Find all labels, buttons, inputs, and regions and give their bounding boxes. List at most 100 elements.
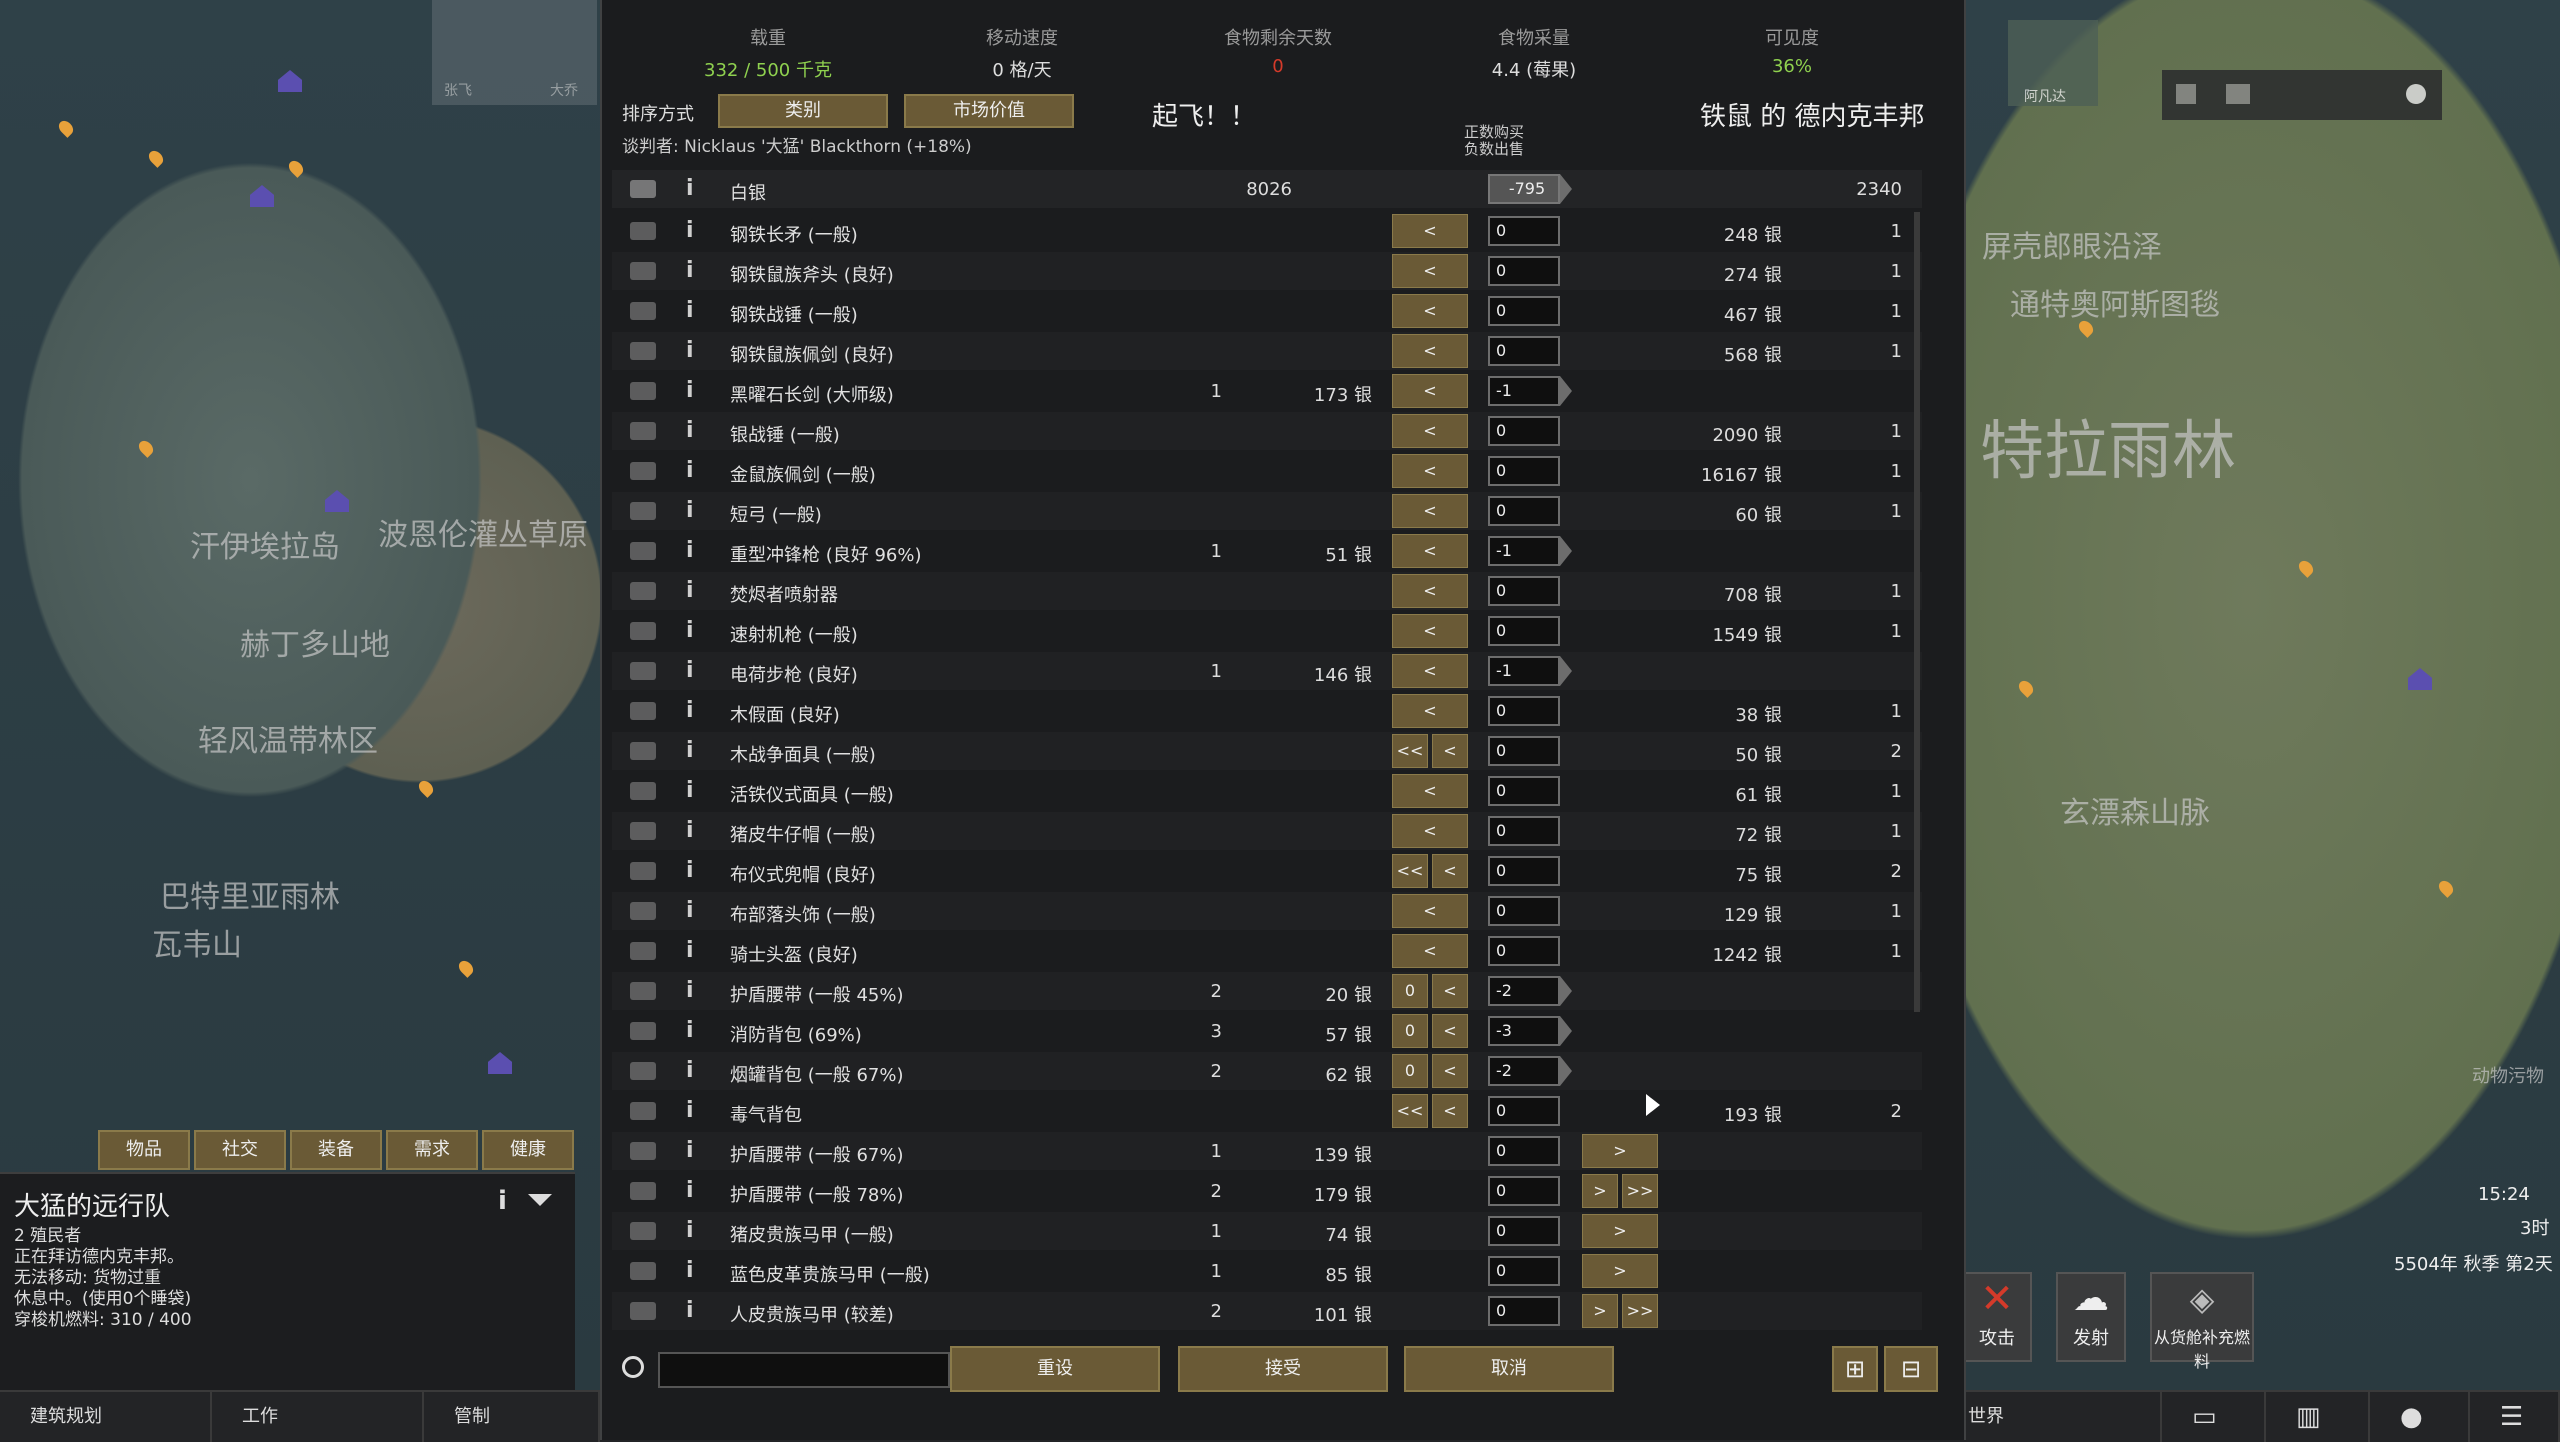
- quantity-field[interactable]: -3: [1488, 1016, 1560, 1046]
- quantity-field[interactable]: -1: [1488, 376, 1560, 406]
- sell-one-button[interactable]: <: [1432, 734, 1468, 768]
- quantity-field[interactable]: -2: [1488, 1056, 1560, 1086]
- tab-needs[interactable]: 需求: [386, 1130, 478, 1170]
- info-icon[interactable]: i: [686, 498, 694, 523]
- quantity-field[interactable]: 0: [1488, 776, 1560, 806]
- info-icon[interactable]: i: [686, 458, 694, 483]
- tab-architect[interactable]: 建筑规划: [0, 1392, 212, 1442]
- sell-all-button[interactable]: <<: [1392, 1094, 1428, 1128]
- colonist-portrait[interactable]: 阿凡达: [2008, 20, 2098, 106]
- quantity-field[interactable]: -2: [1488, 976, 1560, 1006]
- tab-items[interactable]: 物品: [98, 1130, 190, 1170]
- quantity-field[interactable]: 0: [1488, 1136, 1560, 1166]
- quantity-field[interactable]: 0: [1488, 416, 1560, 446]
- quantity-field[interactable]: -1: [1488, 656, 1560, 686]
- refuel-button[interactable]: ◈ 从货舱补充燃料: [2150, 1272, 2254, 1371]
- sell-one-button[interactable]: <: [1392, 454, 1468, 488]
- info-icon[interactable]: i: [686, 818, 694, 843]
- info-icon[interactable]: i: [686, 1098, 694, 1123]
- sell-one-button[interactable]: <: [1392, 534, 1468, 568]
- info-icon[interactable]: i: [686, 418, 694, 443]
- quantity-field[interactable]: 0: [1488, 736, 1560, 766]
- info-icon[interactable]: i: [686, 258, 694, 283]
- info-icon[interactable]: i: [686, 1058, 694, 1083]
- sell-one-button[interactable]: <: [1392, 414, 1468, 448]
- settlement-icon[interactable]: [250, 185, 274, 207]
- sell-all-button[interactable]: 0: [1392, 1014, 1428, 1048]
- info-icon[interactable]: i: [686, 578, 694, 603]
- collapse-icon[interactable]: [528, 1194, 552, 1206]
- quantity-field[interactable]: 0: [1488, 336, 1560, 366]
- sell-one-button[interactable]: <: [1392, 614, 1468, 648]
- search-input[interactable]: [658, 1352, 950, 1388]
- quantity-field[interactable]: 0: [1488, 496, 1560, 526]
- info-icon[interactable]: i: [686, 978, 694, 1003]
- cancel-button[interactable]: 取消: [1404, 1346, 1614, 1392]
- info-icon[interactable]: i: [686, 1218, 694, 1243]
- quantity-field[interactable]: 0: [1488, 616, 1560, 646]
- brush-icon[interactable]: [2176, 84, 2196, 104]
- reset-button[interactable]: 重设: [950, 1346, 1160, 1392]
- buy-all-button[interactable]: >>: [1622, 1174, 1658, 1208]
- info-icon[interactable]: i: [686, 538, 694, 563]
- sort-by-category-button[interactable]: 类别: [718, 94, 888, 128]
- sell-one-button[interactable]: <: [1432, 974, 1468, 1008]
- gift-icon[interactable]: ⊞: [1832, 1346, 1878, 1392]
- site-marker-icon[interactable]: [56, 118, 76, 138]
- quantity-field[interactable]: 0: [1488, 936, 1560, 966]
- sell-one-button[interactable]: <: [1392, 494, 1468, 528]
- tab-work[interactable]: 工作: [212, 1392, 424, 1442]
- quantity-field[interactable]: 0: [1488, 456, 1560, 486]
- tab-gear[interactable]: 装备: [290, 1130, 382, 1170]
- sell-one-button[interactable]: <: [1392, 654, 1468, 688]
- settlement-icon[interactable]: [325, 490, 349, 512]
- info-icon[interactable]: i: [686, 858, 694, 883]
- info-icon[interactable]: i: [686, 1138, 694, 1163]
- info-icon[interactable]: i: [686, 938, 694, 963]
- buy-one-button[interactable]: >: [1582, 1214, 1658, 1248]
- menu-icon[interactable]: ☰: [2470, 1392, 2560, 1442]
- sell-one-button[interactable]: <: [1392, 294, 1468, 328]
- quantity-field[interactable]: 0: [1488, 1096, 1560, 1126]
- buy-one-button[interactable]: >: [1582, 1174, 1618, 1208]
- info-icon[interactable]: i: [686, 1178, 694, 1203]
- quantity-field[interactable]: 0: [1488, 576, 1560, 606]
- info-icon[interactable]: i: [686, 738, 694, 763]
- sell-one-button[interactable]: <: [1392, 574, 1468, 608]
- sell-all-button[interactable]: 0: [1392, 974, 1428, 1008]
- sell-one-button[interactable]: <: [1392, 934, 1468, 968]
- sell-all-button[interactable]: 0: [1392, 1054, 1428, 1088]
- sell-one-button[interactable]: <: [1392, 214, 1468, 248]
- buy-one-button[interactable]: >: [1582, 1134, 1658, 1168]
- sell-all-button[interactable]: <<: [1392, 734, 1428, 768]
- launch-button[interactable]: ☁ 发射: [2056, 1272, 2126, 1362]
- sell-one-button[interactable]: <: [1432, 1014, 1468, 1048]
- site-marker-icon[interactable]: [286, 158, 306, 178]
- buy-all-button[interactable]: >>: [1622, 1294, 1658, 1328]
- tab-social[interactable]: 社交: [194, 1130, 286, 1170]
- info-icon[interactable]: i: [686, 698, 694, 723]
- settlement-icon[interactable]: [488, 1052, 512, 1074]
- site-marker-icon[interactable]: [146, 148, 166, 168]
- scrollbar[interactable]: [1914, 212, 1920, 1012]
- site-marker-icon[interactable]: [2016, 678, 2036, 698]
- sell-one-button[interactable]: <: [1392, 814, 1468, 848]
- accept-button[interactable]: 接受: [1178, 1346, 1388, 1392]
- lightbulb-icon[interactable]: ●: [2370, 1392, 2470, 1442]
- site-marker-icon[interactable]: [136, 438, 156, 458]
- sell-all-button[interactable]: <<: [1392, 854, 1428, 888]
- tab-world[interactable]: 世界: [1962, 1392, 2162, 1442]
- tab-restrict[interactable]: 管制: [424, 1392, 600, 1442]
- info-icon[interactable]: i: [686, 338, 694, 363]
- quantity-field[interactable]: 0: [1488, 1296, 1560, 1326]
- info-icon[interactable]: i: [686, 298, 694, 323]
- quantity-field[interactable]: 0: [1488, 216, 1560, 246]
- sell-one-button[interactable]: <: [1392, 774, 1468, 808]
- quantity-field[interactable]: 0: [1488, 1216, 1560, 1246]
- info-icon[interactable]: i: [686, 176, 694, 201]
- book-icon[interactable]: ▭: [2162, 1392, 2266, 1442]
- quantity-field[interactable]: 0: [1488, 896, 1560, 926]
- factions-icon[interactable]: ▥: [2266, 1392, 2370, 1442]
- sell-one-button[interactable]: <: [1392, 254, 1468, 288]
- colonist-portrait-bar[interactable]: 张飞 大乔: [432, 0, 597, 105]
